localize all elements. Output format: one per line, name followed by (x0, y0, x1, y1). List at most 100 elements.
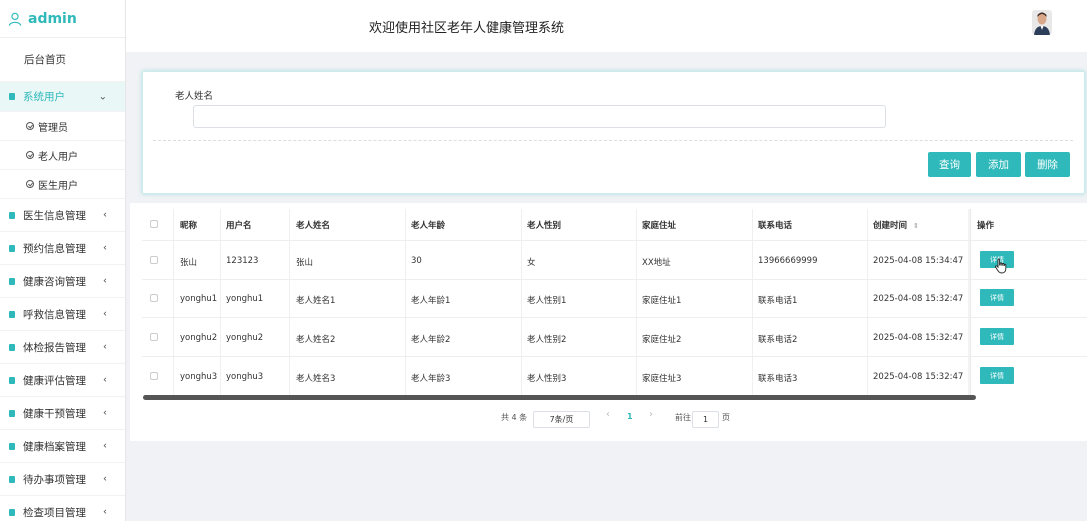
cell-nickname: 张山 (180, 258, 198, 268)
cell-phone: 联系电话2 (758, 335, 798, 345)
row-divider (142, 356, 1087, 357)
row-checkbox[interactable] (150, 372, 158, 380)
prev-page-button[interactable]: ‹ (606, 409, 610, 420)
chevron-left-icon: ‹ (103, 440, 107, 452)
cell-username: yonghu1 (226, 294, 264, 304)
column-divider (752, 209, 753, 399)
check-circle-icon (26, 122, 34, 130)
sidebar-item-label: 健康咨询管理 (23, 275, 86, 288)
row-checkbox[interactable] (150, 256, 158, 264)
cell-elder-gender: 老人性别3 (527, 374, 567, 384)
detail-button[interactable]: 详情 (980, 367, 1014, 384)
select-all-checkbox[interactable] (150, 220, 158, 228)
column-divider (289, 209, 290, 399)
sidebar-item-emergency[interactable]: 呼救信息管理 ‹ (0, 298, 125, 331)
column-divider (521, 209, 522, 399)
row-checkbox[interactable] (150, 294, 158, 302)
detail-button[interactable]: 详情 (980, 289, 1014, 306)
cell-phone: 13966669999 (758, 256, 818, 266)
query-button[interactable]: 查询 (928, 152, 971, 177)
cell-address: XX地址 (642, 258, 671, 268)
cell-phone: 联系电话1 (758, 296, 798, 306)
column-header-elder-age: 老人年龄 (411, 221, 446, 231)
menu-dot-icon (9, 93, 15, 100)
sidebar-item-health-records[interactable]: 健康档案管理 ‹ (0, 430, 125, 463)
menu-dot-icon (9, 211, 15, 219)
sidebar: admin 后台首页 系统用户 ⌄ 管理员 老人用户 医生用户 医生信息管理 ‹ … (0, 0, 126, 521)
cell-elder-age: 老人年龄2 (411, 335, 451, 345)
sidebar-item-system-users[interactable]: 系统用户 ⌄ (0, 82, 125, 112)
cell-elder-age: 老人年龄1 (411, 296, 451, 306)
sidebar-item-doctor-info[interactable]: 医生信息管理 ‹ (0, 199, 125, 232)
cell-elder-gender: 老人性别2 (527, 335, 567, 345)
brand-title: admin (28, 10, 77, 27)
menu-dot-icon (9, 277, 15, 285)
cell-username: 123123 (226, 256, 259, 266)
sidebar-item-label: 系统用户 (23, 91, 65, 103)
sidebar-item-label: 预约信息管理 (23, 242, 86, 255)
cell-elder-name: 张山 (296, 258, 314, 268)
row-divider (142, 240, 1087, 241)
cell-created-time: 2025-04-08 15:32:47 (873, 372, 964, 382)
sidebar-item-label: 检查项目管理 (23, 506, 86, 519)
row-divider (142, 317, 1087, 318)
next-page-button[interactable]: › (649, 409, 653, 420)
chevron-left-icon: ‹ (103, 473, 107, 485)
cell-elder-name: 老人姓名3 (296, 374, 336, 384)
sidebar-item-home[interactable]: 后台首页 (0, 38, 125, 82)
cell-elder-age: 老人年龄3 (411, 374, 451, 384)
submenu-item-elder-users[interactable]: 老人用户 (0, 141, 125, 170)
pagination-total: 共 4 条 (501, 413, 528, 422)
delete-button[interactable]: 删除 (1025, 152, 1070, 177)
cell-elder-age: 30 (411, 256, 422, 266)
sidebar-item-intervention[interactable]: 健康干预管理 ‹ (0, 397, 125, 430)
cell-nickname: yonghu3 (180, 372, 218, 382)
brand: admin (0, 0, 125, 38)
cell-elder-name: 老人姓名2 (296, 335, 336, 345)
row-checkbox[interactable] (150, 333, 158, 341)
sort-icon[interactable]: ⇕ (913, 222, 919, 230)
goto-page-input[interactable]: 1 (692, 411, 719, 428)
avatar[interactable] (1032, 10, 1052, 35)
menu-dot-icon (9, 508, 15, 516)
page-title: 欢迎使用社区老年人健康管理系统 (369, 21, 565, 36)
cell-username: yonghu3 (226, 372, 264, 382)
column-header-label: 创建时间 (873, 221, 908, 231)
cell-username: yonghu2 (226, 333, 264, 343)
submenu-label: 医生用户 (38, 180, 78, 192)
sidebar-item-checkup-report[interactable]: 体检报告管理 ‹ (0, 331, 125, 364)
cell-address: 家庭住址2 (642, 335, 682, 345)
divider (153, 140, 1073, 141)
cell-address: 家庭住址3 (642, 374, 682, 384)
page-suffix-label: 页 (722, 413, 730, 422)
menu-dot-icon (9, 343, 15, 351)
submenu-item-admin[interactable]: 管理员 (0, 112, 125, 141)
horizontal-scrollbar[interactable] (143, 395, 976, 400)
chevron-left-icon: ‹ (103, 308, 107, 320)
sidebar-item-exam-items[interactable]: 检查项目管理 ‹ (0, 496, 125, 521)
sidebar-item-appointments[interactable]: 预约信息管理 ‹ (0, 232, 125, 265)
goto-label: 前往 (675, 413, 691, 422)
sidebar-item-assessment[interactable]: 健康评估管理 ‹ (0, 364, 125, 397)
avatar-image (1032, 10, 1052, 35)
chevron-left-icon: ‹ (103, 506, 107, 518)
page-number-current[interactable]: 1 (627, 412, 633, 421)
column-divider (173, 209, 174, 399)
sidebar-item-consultation[interactable]: 健康咨询管理 ‹ (0, 265, 125, 298)
detail-button[interactable]: 详情 (980, 328, 1014, 345)
column-header-actions: 操作 (977, 221, 995, 231)
sidebar-item-label: 健康档案管理 (23, 440, 86, 453)
sidebar-item-todo[interactable]: 待办事项管理 ‹ (0, 463, 125, 496)
sidebar-item-label: 待办事项管理 (23, 473, 86, 486)
menu-dot-icon (9, 310, 15, 318)
column-header-username: 用户名 (226, 221, 252, 231)
elder-name-input[interactable] (193, 105, 886, 128)
column-header-created-time[interactable]: 创建时间 ⇕ (873, 219, 919, 231)
submenu-item-doctor-users[interactable]: 医生用户 (0, 170, 125, 199)
header: 欢迎使用社区老年人健康管理系统 (126, 0, 1087, 52)
page-size-select[interactable]: 7条/页 (533, 411, 590, 428)
menu-dot-icon (9, 376, 15, 384)
add-button[interactable]: 添加 (976, 152, 1021, 177)
chevron-left-icon: ‹ (103, 374, 107, 386)
submenu-label: 老人用户 (38, 151, 78, 163)
